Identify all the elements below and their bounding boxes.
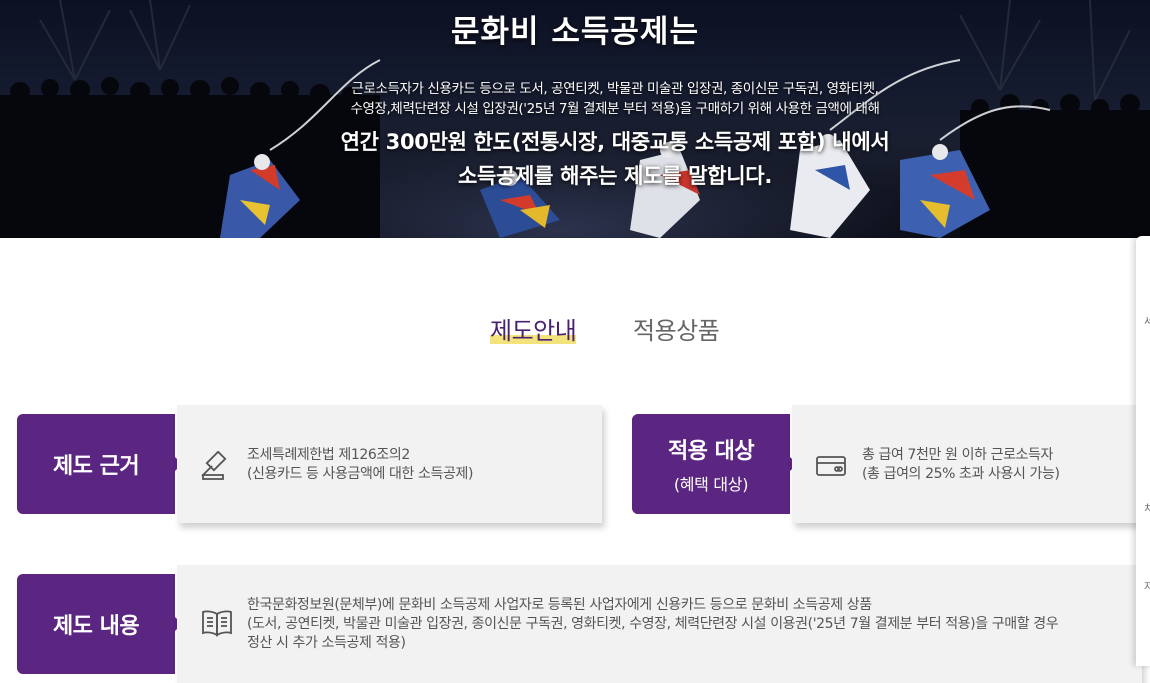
credit-card-icon: [816, 456, 846, 476]
tab-label: 제도안내: [490, 317, 577, 345]
side-menu-mark: 지: [1144, 582, 1150, 593]
content-content-box: 한국문화정보원(문체부)에 문화비 소득공제 사업자로 등록된 사업자에게 신용…: [177, 565, 1142, 683]
basis-label: 제도 근거: [52, 454, 140, 479]
content-line-2: (도서, 공연티켓, 박물관 미술관 입장권, 종이신문 구독권, 영화티켓, …: [247, 616, 1059, 632]
basis-label-box: 제도 근거: [17, 414, 182, 514]
basis-content-box: 조세특례제한법 제126조의2 (신용카드 등 사용금액에 대한 소득공제): [177, 405, 602, 523]
content-line-3: 정산 시 추가 소득공제 적용): [247, 635, 406, 651]
hero-description-line-2: 수영장,체력단련장 시설 입장권('25년 7월 결제분 부터 적용)을 구매하…: [350, 101, 880, 117]
gavel-icon: [201, 451, 227, 480]
hero-highlight-line-2: 소득공제를 해주는 제도를 말합니다.: [457, 164, 772, 188]
hero-banner: 문화비 소득공제는 근로소득자가 신용카드 등으로 도서, 공연티켓, 박물관 …: [0, 0, 1150, 238]
target-label-box: 적용 대상 (혜택 대상): [632, 414, 797, 514]
tab-applicable-products[interactable]: 적용상품: [633, 311, 720, 346]
side-menu-mark: 서: [1144, 317, 1150, 328]
tab-label: 적용상품: [633, 317, 720, 345]
hero-description-line-1: 근로소득자가 신용카드 등으로 도서, 공연티켓, 박물관 미술관 입장권, 종…: [351, 81, 879, 97]
target-content-box: 총 급여 7천만 원 이하 근로소득자 (총 급여의 25% 초과 사용시 가능…: [792, 405, 1142, 523]
basis-line-2: (신용카드 등 사용금액에 대한 소득공제): [247, 466, 474, 482]
content-line-1: 한국문화정보원(문체부)에 문화비 소득공제 사업자로 등록된 사업자에게 신용…: [247, 597, 872, 613]
tab-system-guide[interactable]: 제도안내: [490, 311, 577, 346]
content-label-box: 제도 내용: [17, 574, 182, 674]
side-menu-mark: 치: [1144, 504, 1150, 515]
target-sublabel: (혜택 대상): [673, 475, 749, 494]
hero-highlight-line-1: 연간 300만원 한도(전통시장, 대중교통 소득공제 포함) 내에서: [340, 130, 890, 154]
target-line-1: 총 급여 7천만 원 이하 근로소득자: [862, 447, 1053, 463]
hero-title: 문화비 소득공제는: [451, 14, 699, 50]
target-label: 적용 대상: [667, 439, 755, 464]
basis-line-1: 조세특례제한법 제126조의2: [247, 447, 410, 463]
side-quick-menu[interactable]: [1136, 236, 1150, 666]
content-label: 제도 내용: [52, 614, 140, 639]
target-line-2: (총 급여의 25% 초과 사용시 가능): [862, 466, 1060, 482]
open-book-icon: [202, 610, 232, 637]
